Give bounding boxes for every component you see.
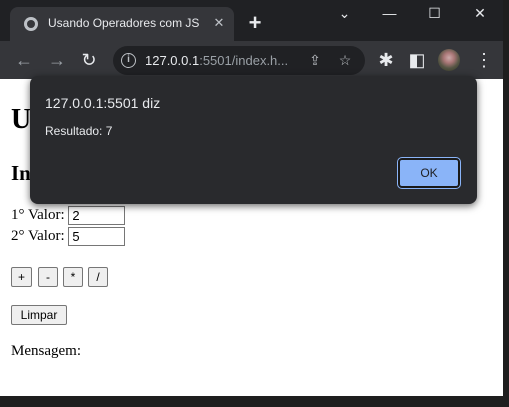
close-window-button[interactable]: ✕ bbox=[457, 0, 503, 30]
field-row-2: 2° Valor: bbox=[11, 227, 126, 246]
multiply-button[interactable]: * bbox=[63, 267, 83, 287]
extensions-icon[interactable]: ✱ bbox=[376, 50, 396, 70]
toolbar: ← → ↻ i 127.0.0.1:5501/index.h... ⇪ ☆ ✱ … bbox=[0, 41, 503, 79]
reload-button[interactable]: ↻ bbox=[79, 50, 99, 70]
side-panel-icon[interactable]: ◧ bbox=[407, 50, 427, 70]
address-bar[interactable]: i 127.0.0.1:5501/index.h... ⇪ ☆ bbox=[113, 46, 365, 75]
add-button[interactable]: + bbox=[11, 267, 32, 287]
share-icon[interactable]: ⇪ bbox=[307, 52, 323, 68]
page-heading: U bbox=[11, 104, 32, 135]
value2-label: 2° Valor: bbox=[11, 227, 65, 244]
value2-input[interactable] bbox=[68, 227, 126, 246]
tab-strip: Usando Operadores com JS ✕ + ⌄ — ☐ ✕ bbox=[0, 0, 503, 41]
url-path: :5501/index.h... bbox=[199, 53, 289, 68]
close-tab-icon[interactable]: ✕ bbox=[211, 15, 227, 31]
new-tab-button[interactable]: + bbox=[243, 12, 267, 36]
value1-input[interactable] bbox=[68, 206, 126, 225]
browser-window: Usando Operadores com JS ✕ + ⌄ — ☐ ✕ ← →… bbox=[0, 0, 503, 396]
url-text: 127.0.0.1:5501/index.h... bbox=[145, 53, 288, 68]
profile-avatar[interactable] bbox=[438, 49, 460, 71]
subtract-button[interactable]: - bbox=[38, 267, 58, 287]
divide-button[interactable]: / bbox=[88, 267, 108, 287]
field-row-1: 1° Valor: bbox=[11, 206, 126, 225]
ok-button[interactable]: OK bbox=[397, 157, 461, 189]
clear-button[interactable]: Limpar bbox=[11, 305, 67, 325]
dialog-message: Resultado: 7 bbox=[45, 124, 113, 138]
alert-dialog: 127.0.0.1:5501 diz Resultado: 7 OK bbox=[30, 76, 477, 204]
globe-icon bbox=[24, 17, 38, 31]
section-heading: In bbox=[11, 161, 31, 185]
tab-title: Usando Operadores com JS bbox=[48, 16, 200, 30]
tab-active[interactable]: Usando Operadores com JS ✕ bbox=[10, 7, 234, 41]
dialog-title: 127.0.0.1:5501 diz bbox=[45, 95, 161, 111]
info-icon[interactable]: i bbox=[121, 53, 136, 68]
value1-label: 1° Valor: bbox=[11, 206, 65, 223]
message-label: Mensagem: bbox=[11, 343, 81, 359]
url-host: 127.0.0.1 bbox=[145, 53, 200, 68]
menu-kebab-icon[interactable]: ⋮ bbox=[474, 50, 494, 70]
tab-search-icon[interactable]: ⌄ bbox=[322, 0, 367, 30]
bookmark-star-icon[interactable]: ☆ bbox=[337, 52, 353, 68]
maximize-button[interactable]: ☐ bbox=[412, 0, 457, 30]
forward-button[interactable]: → bbox=[47, 50, 67, 70]
back-button[interactable]: ← bbox=[14, 50, 34, 70]
minimize-button[interactable]: — bbox=[367, 0, 412, 30]
